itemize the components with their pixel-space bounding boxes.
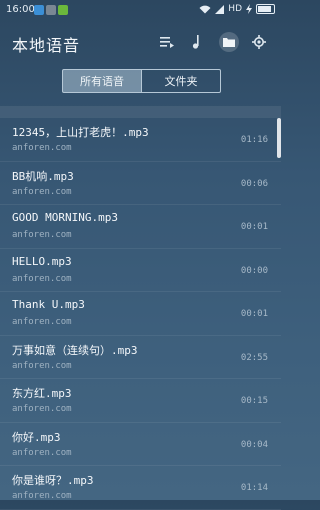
- list-item[interactable]: 你是谁呀？.mp3 anforen.com 01:14: [0, 466, 281, 510]
- list-item[interactable]: BB机响.mp3 anforen.com 00:06: [0, 162, 281, 205]
- settings-gear-icon[interactable]: [249, 32, 269, 52]
- list-item[interactable]: 东方红.mp3 anforen.com 00:15: [0, 379, 281, 423]
- item-duration: 02:55: [240, 352, 268, 363]
- item-name: 12345，上山打老虎！.mp3: [12, 126, 149, 139]
- item-source: anforen.com: [12, 404, 72, 414]
- list-header-divider: [0, 106, 281, 118]
- item-name: 你好.mp3: [12, 430, 61, 444]
- item-name: 东方红.mp3: [12, 387, 72, 400]
- status-bar: 16:00 HD: [0, 0, 281, 22]
- voice-list: 12345，上山打老虎！.mp3 anforen.com 01:16 BB机响.…: [0, 118, 281, 510]
- app-notification-icon: [58, 5, 68, 15]
- item-duration: 00:01: [240, 222, 268, 232]
- item-source: anforen.com: [12, 143, 72, 153]
- item-duration: 00:00: [240, 265, 268, 276]
- playlist-icon[interactable]: [157, 32, 177, 52]
- item-duration: 01:16: [240, 135, 268, 145]
- item-source: anforen.com: [12, 230, 72, 240]
- view-tabs: 所有语音 文件夹: [62, 69, 221, 93]
- list-item[interactable]: 12345，上山打老虎！.mp3 anforen.com 01:16: [0, 118, 281, 162]
- network-type: HD: [228, 4, 242, 14]
- item-name: GOOD MORNING.mp3: [12, 211, 118, 224]
- item-duration: 01:14: [240, 483, 268, 493]
- tab-folders[interactable]: 文件夹: [142, 70, 220, 92]
- wifi-icon: [199, 5, 211, 13]
- item-source: anforen.com: [12, 273, 72, 284]
- page-title: 本地语音: [12, 36, 81, 55]
- item-source: anforen.com: [12, 317, 72, 327]
- signal-icon: [215, 4, 225, 14]
- item-duration: 00:01: [240, 309, 268, 319]
- item-name: HELLO.mp3: [12, 254, 72, 268]
- folder-icon[interactable]: [219, 32, 239, 52]
- item-source: anforen.com: [12, 186, 72, 197]
- notification-icon: [34, 5, 44, 15]
- item-name: BB机响.mp3: [12, 169, 74, 183]
- status-time: 16:00: [6, 4, 35, 15]
- item-name: 你是谁呀？.mp3: [12, 474, 94, 487]
- charging-icon: [246, 4, 252, 14]
- scrollbar[interactable]: [277, 118, 281, 158]
- list-item[interactable]: HELLO.mp3 anforen.com 00:00: [0, 249, 281, 292]
- avatar-notification-icon: [46, 5, 56, 15]
- item-source: anforen.com: [12, 447, 72, 458]
- item-duration: 00:06: [240, 178, 268, 189]
- list-item[interactable]: GOOD MORNING.mp3 anforen.com 00:01: [0, 205, 281, 249]
- item-duration: 00:04: [240, 439, 268, 450]
- app-header: 本地语音: [0, 24, 281, 60]
- item-source: anforen.com: [12, 360, 72, 371]
- item-name: 万事如意（连续句）.mp3: [12, 343, 138, 357]
- list-item[interactable]: 你好.mp3 anforen.com 00:04: [0, 423, 281, 466]
- tab-all-voices[interactable]: 所有语音: [63, 70, 142, 92]
- item-name: Thank U.mp3: [12, 298, 85, 311]
- item-duration: 00:15: [240, 396, 268, 406]
- battery-icon: [256, 4, 275, 14]
- music-note-icon[interactable]: [187, 32, 207, 52]
- list-item[interactable]: 万事如意（连续句）.mp3 anforen.com 02:55: [0, 336, 281, 379]
- status-indicators: HD: [199, 4, 275, 14]
- list-item[interactable]: Thank U.mp3 anforen.com 00:01: [0, 292, 281, 336]
